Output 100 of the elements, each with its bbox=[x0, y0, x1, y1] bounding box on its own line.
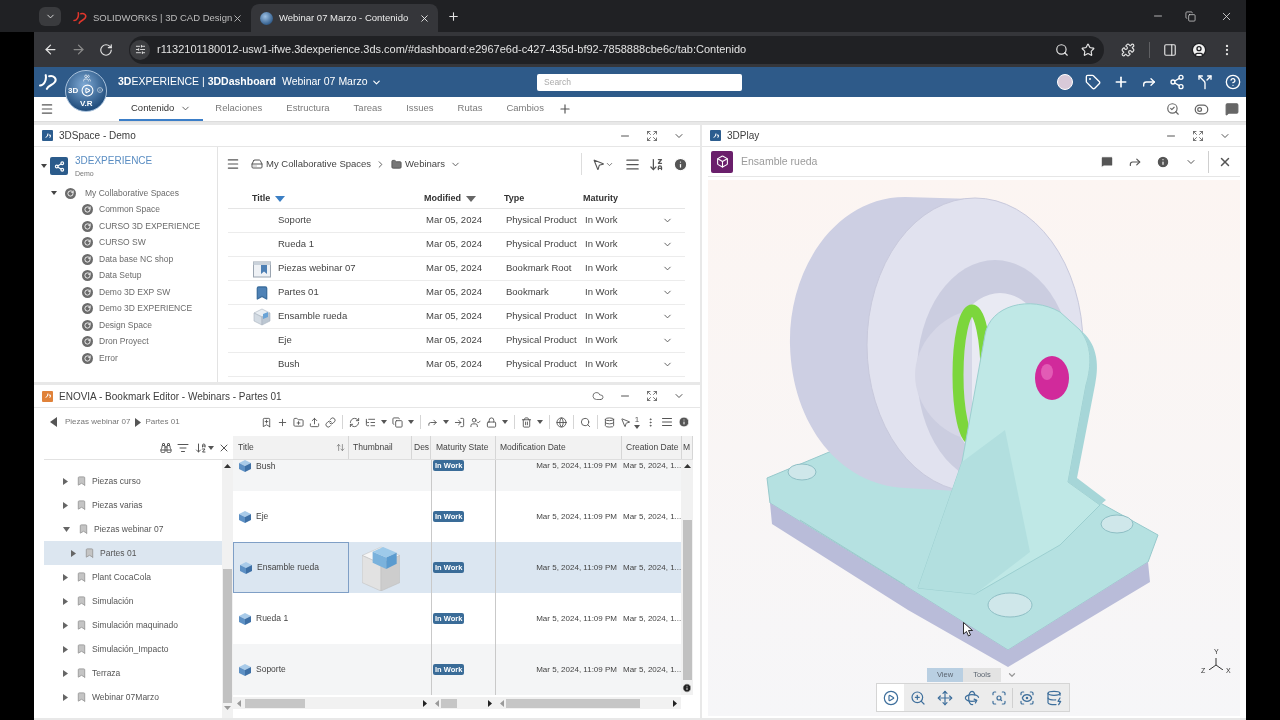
cursor-icon[interactable] bbox=[592, 157, 605, 171]
scrollbar-thumb[interactable] bbox=[441, 698, 457, 708]
scroll-right-icon[interactable] bbox=[488, 699, 492, 707]
tree-row[interactable]: Plant CocaCola bbox=[44, 565, 222, 589]
scroll-right-icon[interactable] bbox=[423, 699, 427, 707]
info-icon[interactable] bbox=[673, 156, 688, 172]
tree-row[interactable]: Simulación maquinado bbox=[44, 613, 222, 637]
split-arrows-icon[interactable] bbox=[1197, 74, 1213, 90]
lock-icon[interactable] bbox=[486, 416, 497, 428]
tree-row[interactable]: Simulación_Impacto bbox=[44, 637, 222, 661]
database-icon[interactable] bbox=[604, 416, 615, 428]
sort-arrow-icon[interactable] bbox=[275, 195, 286, 202]
column-header[interactable]: Maturity bbox=[583, 191, 618, 206]
globe-icon[interactable] bbox=[556, 416, 567, 428]
restore-icon[interactable] bbox=[1185, 10, 1196, 22]
sort-icon[interactable] bbox=[195, 441, 207, 454]
refresh-icon[interactable] bbox=[349, 416, 360, 428]
zoom-icon[interactable] bbox=[909, 689, 926, 706]
caret-icon[interactable] bbox=[71, 549, 76, 557]
horizontal-scrollbar[interactable] bbox=[233, 697, 431, 709]
caret-icon[interactable] bbox=[381, 420, 387, 424]
tree-item[interactable]: Dron Proyect bbox=[99, 335, 149, 349]
column-header[interactable]: Des bbox=[412, 436, 431, 459]
table-cell[interactable]: Soporte bbox=[278, 213, 312, 228]
dashboard-tab[interactable]: Rutas bbox=[445, 97, 495, 121]
upload-icon[interactable] bbox=[309, 416, 320, 428]
network-share-icon[interactable] bbox=[1169, 74, 1185, 90]
compass-button[interactable]: 3D V.R bbox=[65, 70, 107, 112]
caret-icon[interactable] bbox=[63, 573, 68, 581]
help-icon[interactable] bbox=[1225, 74, 1241, 90]
tree-item[interactable]: Data base NC shop bbox=[99, 252, 174, 266]
zoom-icon[interactable] bbox=[1055, 42, 1069, 57]
back-icon[interactable] bbox=[50, 417, 57, 427]
caret-icon[interactable] bbox=[41, 164, 47, 168]
tree-item[interactable]: Common Space bbox=[99, 203, 160, 217]
close-icon[interactable] bbox=[419, 12, 430, 24]
caret-icon[interactable] bbox=[63, 621, 68, 629]
info-icon[interactable] bbox=[1156, 154, 1170, 169]
avatar-icon[interactable] bbox=[1057, 74, 1073, 90]
plus-icon[interactable] bbox=[277, 416, 288, 428]
tree-row[interactable]: Piezas curso bbox=[44, 469, 222, 493]
side-panel-icon[interactable] bbox=[1163, 42, 1177, 57]
dashboard-tab[interactable]: Estructura bbox=[274, 97, 342, 121]
table-cell[interactable]: Bush bbox=[233, 460, 349, 491]
menu-icon[interactable] bbox=[40, 102, 54, 116]
scrollbar-thumb[interactable] bbox=[245, 698, 305, 708]
browser-tab[interactable]: Webinar 07 Marzo - Contenido bbox=[251, 4, 438, 32]
filter-icon[interactable] bbox=[177, 441, 189, 454]
tree-item[interactable]: 3DEXPERIENCE bbox=[75, 154, 153, 167]
table-cell[interactable]: Ensamble rueda bbox=[278, 309, 348, 324]
caret-icon[interactable] bbox=[502, 420, 508, 424]
scroll-right-icon[interactable] bbox=[673, 699, 677, 707]
sort-icon[interactable] bbox=[649, 156, 664, 172]
column-header[interactable]: Maturity State bbox=[431, 436, 496, 459]
folder-plus-icon[interactable] bbox=[293, 416, 304, 428]
rotate-icon[interactable] bbox=[963, 689, 980, 706]
horizontal-scrollbar[interactable] bbox=[496, 697, 681, 709]
list-view-icon[interactable] bbox=[661, 416, 673, 428]
table-cell[interactable]: Partes 01 bbox=[278, 285, 319, 300]
column-header[interactable]: Modified bbox=[424, 191, 461, 206]
address-field[interactable]: r1132101180012-usw1-ifwe.3dexperience.3ds.com/#dashboard:e2967e6d-c427-435d-bf92-7858888cbe6c/tab:Contenido bbox=[129, 35, 1104, 64]
tool-button[interactable] bbox=[877, 684, 904, 711]
tree-item[interactable]: My Collaborative Spaces bbox=[85, 186, 179, 200]
bookmark-plus-icon[interactable] bbox=[261, 416, 272, 428]
list-view-icon[interactable] bbox=[625, 156, 640, 172]
zoom-area-icon[interactable] bbox=[990, 689, 1007, 706]
find-icon[interactable] bbox=[160, 441, 172, 454]
column-header[interactable]: Modification Date bbox=[496, 436, 622, 459]
import-icon[interactable] bbox=[454, 416, 465, 428]
tag-icon[interactable] bbox=[1085, 74, 1101, 90]
bookmark-star-icon[interactable] bbox=[1081, 42, 1095, 57]
column-header[interactable]: Thumbnail bbox=[349, 436, 412, 459]
caret-icon[interactable] bbox=[537, 420, 543, 424]
column-header[interactable]: Title bbox=[252, 191, 271, 206]
extensions-icon[interactable] bbox=[1121, 42, 1135, 57]
breadcrumb-link[interactable]: Piezas webinar 07 bbox=[65, 416, 131, 428]
caret-icon[interactable] bbox=[63, 526, 70, 532]
tree-row[interactable]: Terraza bbox=[44, 661, 222, 685]
search-field[interactable]: Search bbox=[537, 73, 742, 91]
close-icon[interactable] bbox=[232, 12, 244, 24]
caret-icon[interactable] bbox=[51, 191, 57, 196]
reload-icon[interactable] bbox=[99, 42, 113, 57]
toggle-icon[interactable] bbox=[1194, 101, 1209, 117]
tree-row[interactable]: Partes 01 bbox=[44, 541, 222, 565]
tree-row[interactable]: Webinar 07Marzo bbox=[44, 685, 222, 709]
add-tab-icon[interactable] bbox=[557, 102, 572, 116]
caret-icon[interactable] bbox=[408, 420, 414, 424]
caret-icon[interactable] bbox=[634, 424, 640, 429]
back-icon[interactable] bbox=[43, 42, 58, 57]
expand-icon[interactable] bbox=[1192, 129, 1204, 142]
info-icon[interactable] bbox=[678, 416, 690, 428]
dashboard-tab[interactable]: Relaciones bbox=[203, 97, 275, 121]
table-cell[interactable]: Eje bbox=[233, 491, 349, 542]
caret-icon[interactable] bbox=[63, 693, 68, 701]
play-circle-icon[interactable] bbox=[882, 689, 899, 706]
dashboard-menu-button[interactable]: Webinar 07 Marzo bbox=[281, 74, 382, 90]
tree-item[interactable]: Demo 3D EXPERIENCE bbox=[99, 302, 193, 316]
info-icon[interactable] bbox=[682, 683, 692, 693]
table-cell[interactable]: Ensamble rueda bbox=[233, 542, 349, 593]
chat-icon[interactable] bbox=[1225, 102, 1239, 116]
